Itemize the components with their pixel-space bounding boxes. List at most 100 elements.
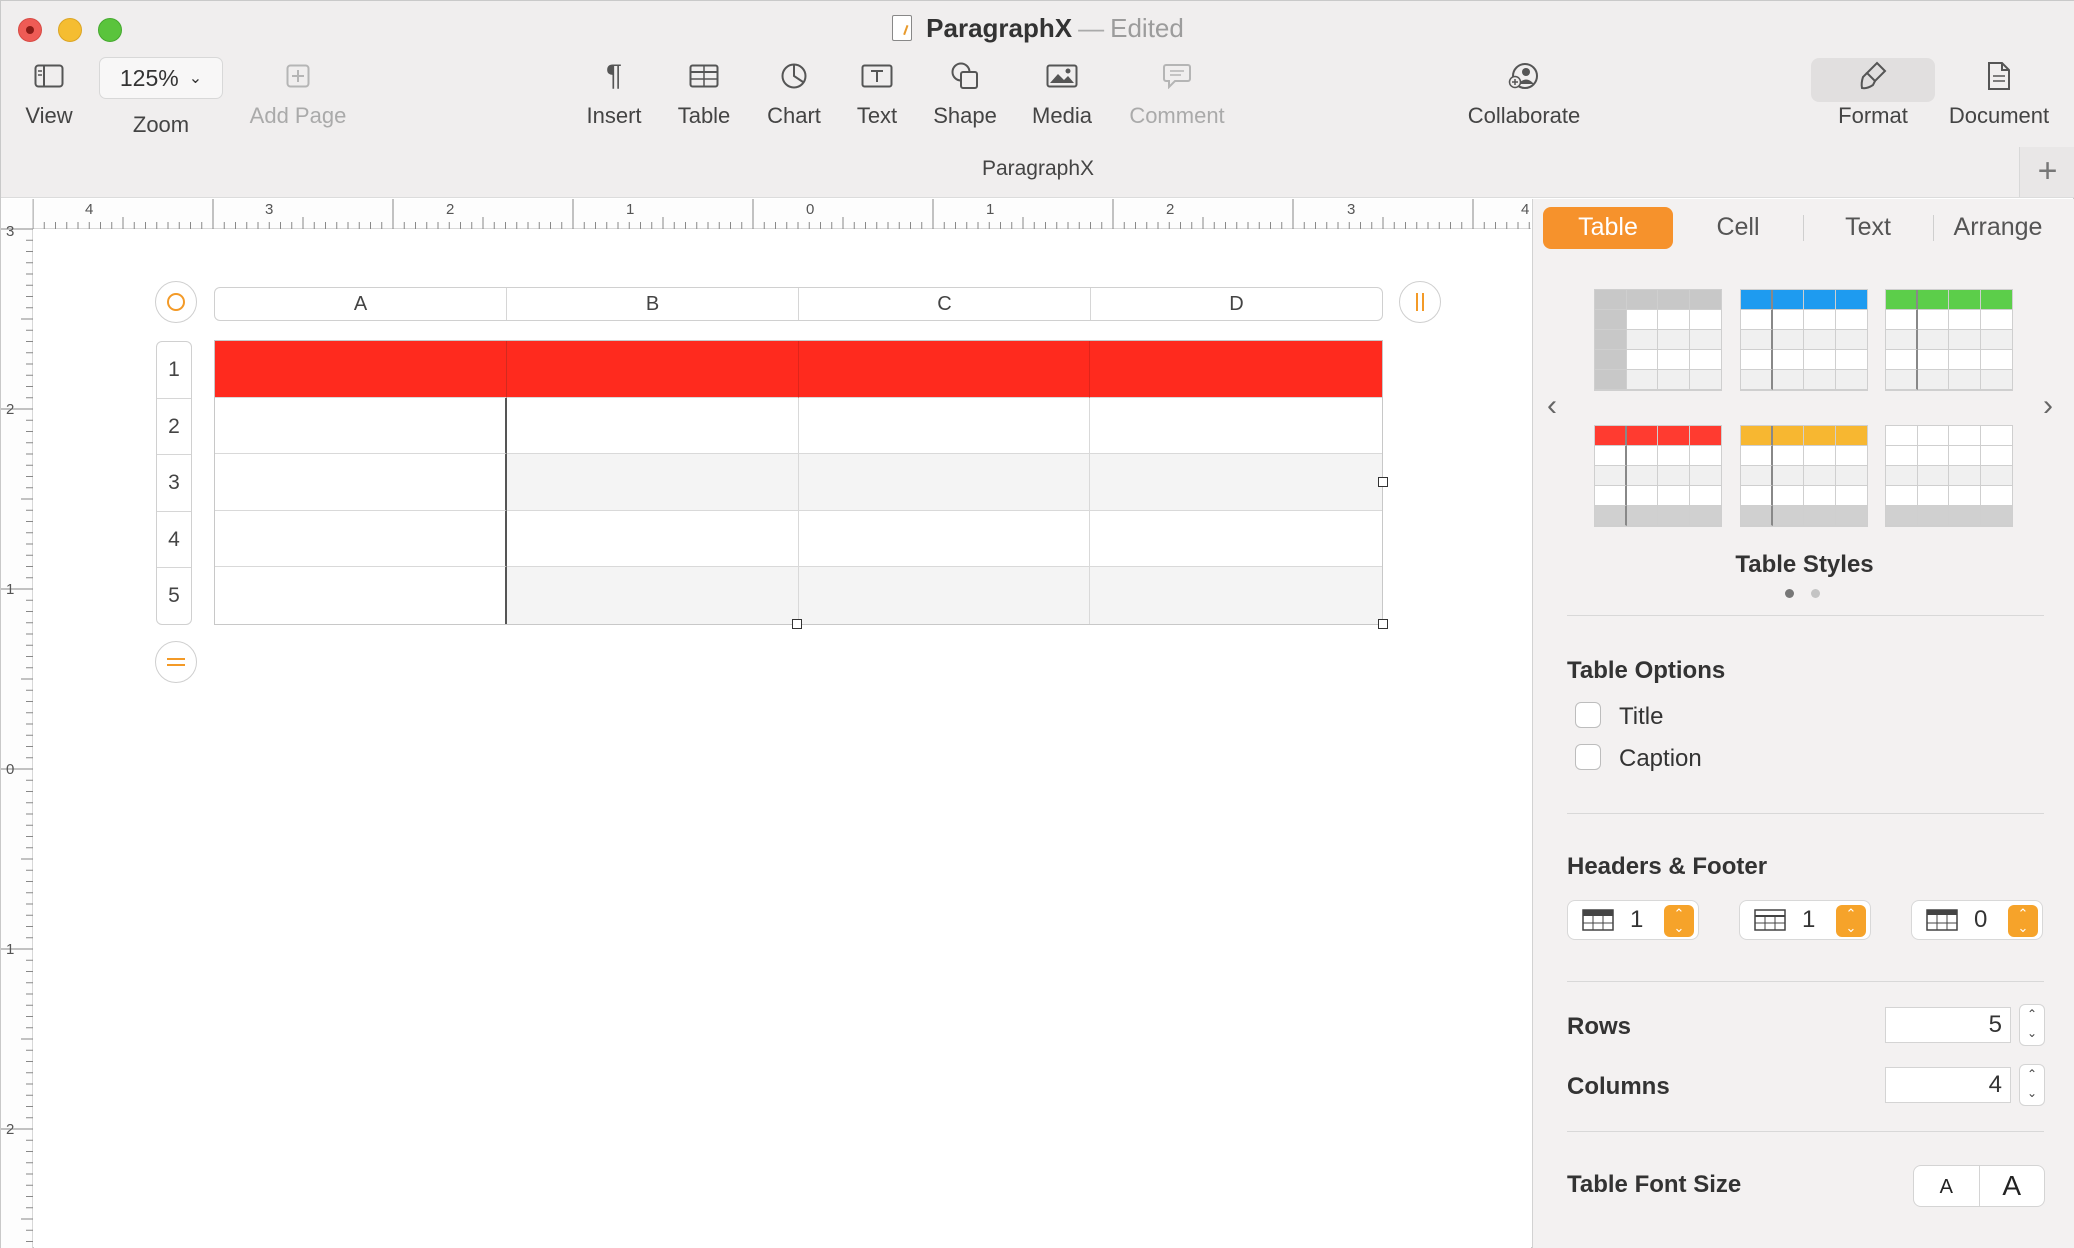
tab-cell[interactable]: Cell	[1673, 207, 1803, 249]
row-header-3[interactable]: 3	[157, 455, 191, 512]
insert-button[interactable]: ¶ Insert	[579, 59, 649, 129]
chevron-right-icon[interactable]: ›	[2043, 389, 2053, 423]
header-columns-control[interactable]: 1 ⌃ ⌄	[1739, 900, 1871, 940]
add-column-handle[interactable]	[1399, 281, 1441, 323]
decrease-font-button[interactable]: A	[1914, 1166, 1980, 1206]
table-button[interactable]: Table	[671, 59, 737, 129]
footer-rows-control[interactable]: 0 ⌃ ⌄	[1911, 900, 2043, 940]
resize-handle-right[interactable]	[1378, 477, 1388, 487]
ruler-label: 4	[1521, 201, 1530, 218]
resize-handle-corner[interactable]	[1378, 619, 1388, 629]
headers-footer-title: Headers & Footer	[1567, 853, 1768, 880]
chevron-left-icon[interactable]: ‹	[1547, 389, 1557, 423]
table-cell[interactable]	[798, 454, 1091, 511]
header-rows-stepper[interactable]: ⌃ ⌄	[1664, 905, 1694, 937]
table-cell[interactable]	[215, 567, 507, 624]
resize-handle-bottom[interactable]	[792, 619, 802, 629]
text-button[interactable]: Text	[849, 59, 905, 129]
table-options-title: Table Options	[1567, 657, 1726, 684]
page-dot-active[interactable]	[1785, 589, 1794, 598]
table-style-option[interactable]	[1885, 425, 2013, 527]
footer-rows-icon	[1926, 909, 1958, 931]
add-page-icon	[243, 59, 353, 93]
table-style-option[interactable]	[1885, 289, 2013, 391]
table-style-option[interactable]	[1740, 289, 1868, 391]
table-cell[interactable]	[506, 397, 799, 455]
ruler-label: 3	[6, 223, 15, 240]
table-style-option[interactable]	[1594, 289, 1722, 391]
table-cell[interactable]	[506, 510, 799, 568]
table-cell[interactable]	[215, 510, 507, 568]
increase-font-button[interactable]: A	[1980, 1166, 2045, 1206]
inspector-tabs: Table Cell Text Arrange	[1543, 207, 2063, 249]
row-header-5[interactable]: 5	[157, 568, 191, 625]
row-header-2[interactable]: 2	[157, 399, 191, 456]
view-button[interactable]: View	[21, 59, 77, 129]
shape-button[interactable]: Shape	[929, 59, 1001, 129]
table-cell[interactable]	[215, 454, 507, 511]
title-checkbox[interactable]	[1575, 702, 1601, 728]
caption-checkbox[interactable]	[1575, 744, 1601, 770]
tab-table[interactable]: Table	[1543, 207, 1673, 249]
row-header-1[interactable]: 1	[157, 342, 191, 399]
table-style-option[interactable]	[1594, 425, 1722, 527]
rows-stepper[interactable]: ⌃ ⌄	[2019, 1004, 2045, 1046]
page-dot[interactable]	[1811, 589, 1820, 598]
divider	[1567, 615, 2044, 616]
columns-stepper[interactable]: ⌃ ⌄	[2019, 1064, 2045, 1106]
table-cell[interactable]	[1090, 341, 1382, 398]
comment-button[interactable]: Comment	[1123, 59, 1231, 129]
chart-button[interactable]: Chart	[761, 59, 827, 129]
table-style-option[interactable]	[1740, 425, 1868, 527]
toolbar: ParagraphX — Edited View 125% ⌄ Zoom Add Pa…	[1, 1, 2074, 198]
format-button[interactable]: Format	[1831, 59, 1915, 129]
table-cell[interactable]	[506, 341, 799, 398]
table-cell[interactable]	[798, 510, 1091, 568]
table-cell[interactable]	[798, 341, 1091, 398]
table-cell[interactable]	[215, 397, 507, 455]
header-rows-control[interactable]: 1 ⌃ ⌄	[1567, 900, 1699, 940]
ruler-label: 2	[6, 1121, 15, 1138]
table-cell[interactable]	[798, 397, 1091, 455]
table-cell[interactable]	[506, 567, 799, 624]
columns-field[interactable]: 4	[1885, 1067, 2011, 1103]
pie-chart-icon	[761, 59, 827, 93]
tab-arrange[interactable]: Arrange	[1933, 207, 2063, 249]
table-cell[interactable]	[1090, 454, 1382, 511]
column-header-c[interactable]: C	[799, 288, 1091, 320]
zoom-control[interactable]: 125% ⌄ Zoom	[98, 57, 224, 138]
header-columns-stepper[interactable]: ⌃ ⌄	[1836, 905, 1866, 937]
ruler-label: 2	[446, 201, 455, 218]
table-cell[interactable]	[1090, 397, 1382, 455]
column-header-a[interactable]: A	[215, 288, 507, 320]
window-title: ParagraphX — Edited	[1, 13, 2074, 44]
ruler-label: 1	[6, 941, 15, 958]
sidebar-icon	[21, 59, 77, 93]
row-header-4[interactable]: 4	[157, 512, 191, 569]
table-cell[interactable]	[798, 567, 1091, 624]
format-inspector: Table Cell Text Arrange ‹ › Table Styles…	[1532, 199, 2074, 1248]
ruler-label: 2	[1166, 201, 1175, 218]
photo-icon	[1027, 59, 1097, 93]
add-row-handle[interactable]	[155, 641, 197, 683]
ruler-label: 1	[6, 581, 15, 598]
collaborate-button[interactable]: Collaborate	[1461, 59, 1587, 129]
zoom-select[interactable]: 125% ⌄	[99, 57, 223, 99]
table-cell[interactable]	[215, 341, 507, 398]
horizontal-ruler: 4 3 2 1 0 1 2 3 4	[1, 199, 1531, 229]
rows-field[interactable]: 5	[1885, 1007, 2011, 1043]
new-tab-button[interactable]: +	[2019, 147, 2074, 197]
tab-text[interactable]: Text	[1803, 207, 1933, 249]
footer-rows-stepper[interactable]: ⌃ ⌄	[2008, 905, 2038, 937]
ruler-label: 2	[6, 401, 15, 418]
table-cell[interactable]	[1090, 510, 1382, 568]
table-cell[interactable]	[506, 454, 799, 511]
add-page-button[interactable]: Add Page	[243, 59, 353, 129]
media-button[interactable]: Media	[1027, 59, 1097, 129]
table-select-handle[interactable]	[155, 281, 197, 323]
column-header-d[interactable]: D	[1091, 288, 1382, 320]
column-header-bar: A B C D	[214, 287, 1383, 321]
column-header-b[interactable]: B	[507, 288, 799, 320]
table-cell[interactable]	[1090, 567, 1382, 624]
document-button[interactable]: Document	[1941, 59, 2057, 129]
